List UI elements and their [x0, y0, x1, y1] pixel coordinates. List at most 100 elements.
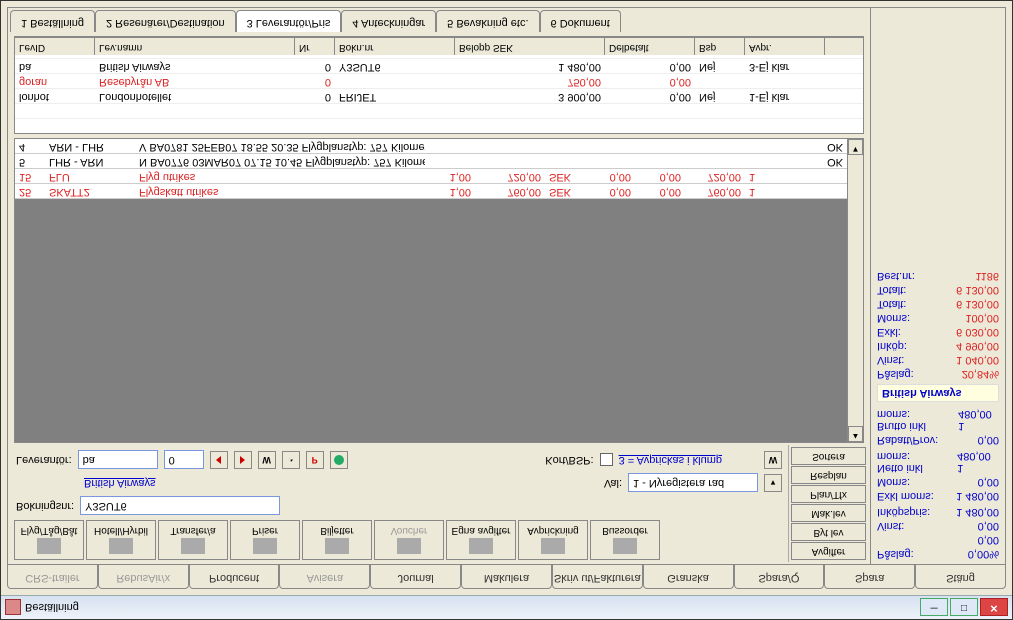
scroll-down-icon[interactable]: ▼: [848, 139, 863, 155]
tool-button[interactable]: Hotell/Hyrbil: [86, 520, 156, 560]
scroll-up-icon[interactable]: ▲: [848, 426, 863, 442]
minimize-button[interactable]: ─: [920, 599, 948, 617]
p-button[interactable]: P: [306, 451, 324, 469]
segment-row[interactable]: 5LHR - ARNN BA0776 03MAR07 07.15 10.45 F…: [15, 154, 863, 169]
scrollbar[interactable]: ▲ ▼: [847, 139, 863, 442]
column-header[interactable]: Belopp SEK: [455, 38, 605, 55]
clock-icon[interactable]: ◔: [282, 451, 300, 469]
tool-button[interactable]: Flyg/Tåg/Båt: [14, 520, 84, 560]
summary-row: Moms:0,00: [877, 476, 999, 488]
side-button[interactable]: Plan/Tfx: [791, 485, 866, 503]
tool-button[interactable]: Avprickning: [518, 520, 588, 560]
leverantor-label: Leverantör:: [16, 454, 72, 466]
maximize-button[interactable]: □: [950, 599, 978, 617]
supplier-row[interactable]: lonhotLondonhotellet0FRIJET3 900,000,00N…: [15, 88, 863, 103]
toolbar: Flyg/Tåg/BåtHotell/HyrbilTransfer/aPrise…: [10, 518, 788, 562]
window-title: Beställning: [25, 602, 79, 614]
tool-button[interactable]: Biljetter: [302, 520, 372, 560]
bottom-tab[interactable]: 4 Anteckningar: [341, 10, 436, 32]
summary-row: Totalt:6 130,00: [877, 284, 999, 296]
summary-row: Rabatt/Prov:0,00: [877, 434, 999, 446]
tool-icon: [181, 539, 205, 555]
tool-button[interactable]: Transfer/a: [158, 520, 228, 560]
w-button-2[interactable]: W: [764, 451, 782, 469]
tool-icon: [109, 539, 133, 555]
column-header[interactable]: Delbetalt: [605, 38, 695, 55]
summary-row: Påslag:20,84%: [877, 368, 999, 380]
bottom-tab[interactable]: 6 Dokument: [540, 10, 621, 32]
val-dropdown-icon[interactable]: ▾: [764, 474, 782, 492]
bottom-tab[interactable]: 3 Leverantör/Pris: [236, 10, 342, 32]
side-button[interactable]: Resplan: [791, 466, 866, 484]
suppliers-grid: lonhotLondonhotellet0FRIJET3 900,000,00N…: [14, 36, 864, 134]
summary-row: Totalt:6 130,00: [877, 298, 999, 310]
bottom-tab[interactable]: 5 Bevakning etc.: [436, 10, 539, 32]
bottom-tab[interactable]: 1 Beställning: [10, 10, 95, 32]
top-tab: Avisera: [279, 565, 370, 589]
summary-row: Inköpspris:1 480,00: [877, 506, 999, 518]
summary-row: 0,00: [877, 534, 999, 546]
column-header[interactable]: Lev.namn: [95, 38, 295, 55]
side-button[interactable]: Byt lev: [791, 523, 866, 541]
kort-checkbox[interactable]: [600, 454, 613, 467]
kort-link[interactable]: 3 = Avprickas i klump: [619, 454, 722, 466]
top-tab[interactable]: Stäng: [915, 565, 1006, 589]
side-button[interactable]: Sortera: [791, 447, 866, 465]
airline-link[interactable]: British Airways: [84, 477, 156, 489]
top-tab[interactable]: Granska: [643, 565, 734, 589]
bottom-tab[interactable]: 2 Resenärer/Destination: [95, 10, 236, 32]
w-button-1[interactable]: W: [258, 451, 276, 469]
column-header[interactable]: LevID: [15, 38, 95, 55]
supplier-row[interactable]: goranResebyrån AB0750,000,00: [15, 73, 863, 88]
tool-icon: [397, 539, 421, 555]
summary-row: Vinst:1 040,00: [877, 354, 999, 366]
kort-label: Kort/BSP:: [545, 454, 593, 466]
tool-button[interactable]: Priser: [230, 520, 300, 560]
segment-row[interactable]: 15FLUFlyg utrikes1,00720,00SEK0,000,0072…: [15, 169, 863, 184]
top-tab[interactable]: Makulera: [461, 565, 552, 589]
supplier-row[interactable]: baBritish Airways0Y3SUT61 480,000,00Nej3…: [15, 58, 863, 73]
dot-icon[interactable]: [330, 451, 348, 469]
val-input[interactable]: [628, 474, 758, 493]
app-icon: [5, 600, 21, 616]
tool-icon: [613, 539, 637, 555]
table-row: [15, 103, 863, 118]
leverantor-input[interactable]: [78, 451, 158, 470]
summary-company: British Airways: [877, 384, 999, 402]
summary-row: Best.nr:1186: [877, 270, 999, 282]
summary-pane: Påslag:0,00%0,00Vinst:0,00Inköpspris:1 4…: [870, 8, 1005, 564]
summary-row: Inköp:4 990,00: [877, 340, 999, 352]
top-tab: RebusAir/x: [98, 565, 189, 589]
summary-row: Netto inkl moms:1 480,00: [877, 450, 999, 474]
summary-row: Brutto inkl moms:1 480,00: [877, 408, 999, 432]
side-button[interactable]: Avgifter: [791, 542, 866, 560]
tool-icon: [253, 539, 277, 555]
top-tab: CRS-trailer: [7, 565, 98, 589]
summary-row: Påslag:0,00%: [877, 548, 999, 560]
table-row: [15, 118, 863, 133]
side-button[interactable]: Mak.lev: [791, 504, 866, 522]
column-header[interactable]: Bokn.nr: [335, 38, 455, 55]
segment-row[interactable]: 25SKATT2Flygskatt utrikes1,00760,00SEK0,…: [15, 184, 863, 199]
top-tab[interactable]: Skriv ut/Fakturera: [552, 565, 643, 589]
top-tab[interactable]: Spara/Q: [734, 565, 825, 589]
close-button[interactable]: ✕: [980, 599, 1008, 617]
segment-row[interactable]: 4ARN - LHRV BA0781 25FEB07 18.55 20.35 F…: [15, 139, 863, 154]
top-tab[interactable]: Spara: [824, 565, 915, 589]
number-input[interactable]: [164, 451, 204, 470]
top-tab[interactable]: Producent: [189, 565, 280, 589]
top-tab-bar: CRS-trailerRebusAir/xProducentAviseraJou…: [7, 565, 1006, 589]
top-tab[interactable]: Journal: [370, 565, 461, 589]
tool-button[interactable]: Bussorder: [590, 520, 660, 560]
next-button[interactable]: [234, 451, 252, 469]
summary-row: Exkl:6 030,00: [877, 326, 999, 338]
prev-button[interactable]: [210, 451, 228, 469]
bokningsnr-input[interactable]: [80, 497, 280, 516]
side-buttons: AvgifterByt levMak.levPlan/TfxResplanSor…: [788, 445, 868, 562]
column-header[interactable]: Nr: [295, 38, 335, 55]
column-header[interactable]: Avpr.: [745, 38, 825, 55]
tool-icon: [37, 539, 61, 555]
tool-icon: [325, 539, 349, 555]
tool-button[interactable]: Egna avgifter: [446, 520, 516, 560]
column-header[interactable]: Bsp: [695, 38, 745, 55]
